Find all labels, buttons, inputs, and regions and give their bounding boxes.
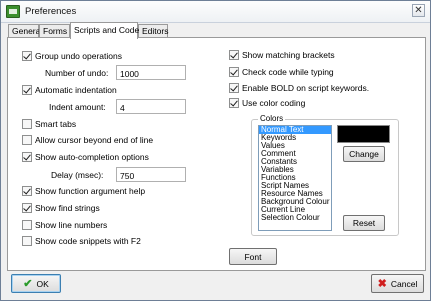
checkbox-box[interactable] (22, 51, 32, 61)
indent-amount-label: Indent amount: (49, 102, 106, 112)
change-button-label: Change (349, 149, 379, 159)
checkbox-box[interactable] (22, 236, 32, 246)
close-button[interactable]: ✕ (412, 4, 425, 17)
matching-brackets-checkbox[interactable]: Show matching brackets (229, 50, 335, 60)
indent-amount-field[interactable] (116, 99, 186, 114)
checkbox-label: Automatic indentation (35, 85, 117, 95)
list-item[interactable]: Selection Colour (259, 214, 331, 222)
reset-colors-button[interactable]: Reset (343, 215, 385, 231)
cancel-button-label: Cancel (390, 278, 418, 289)
checkbox-box[interactable] (22, 152, 32, 162)
checkbox-label: Show code snippets with F2 (35, 236, 141, 246)
checkbox-box[interactable] (22, 203, 32, 213)
checkbox-label: Use color coding (242, 98, 306, 108)
tab-general[interactable]: General (8, 24, 42, 38)
auto-completion-checkbox[interactable]: Show auto-completion options (22, 152, 149, 162)
preferences-window: Preferences ✕ General Forms Scripts and … (0, 0, 431, 301)
checkbox-label: Enable BOLD on script keywords. (242, 83, 370, 93)
colors-group: Colors Normal Text Keywords Values Comme… (251, 114, 399, 236)
cancel-button[interactable]: ✖ Cancel (371, 274, 424, 293)
change-color-button[interactable]: Change (343, 146, 385, 162)
group-undo-checkbox[interactable]: Group undo operations (22, 51, 122, 61)
tab-scripts-and-code[interactable]: Scripts and Code (70, 22, 139, 39)
delay-label: Delay (msec): (51, 170, 104, 180)
checkbox-box[interactable] (229, 50, 239, 60)
font-button[interactable]: Font (229, 248, 277, 265)
bold-keywords-checkbox[interactable]: Enable BOLD on script keywords. (229, 83, 369, 93)
checkbox-box[interactable] (229, 67, 239, 77)
checkbox-label: Group undo operations (35, 51, 122, 61)
checkbox-label: Allow cursor beyond end of line (35, 135, 154, 145)
color-coding-checkbox[interactable]: Use color coding (229, 98, 305, 108)
cursor-beyond-eol-checkbox[interactable]: Allow cursor beyond end of line (22, 135, 153, 145)
checkbox-box[interactable] (229, 98, 239, 108)
checkbox-box[interactable] (229, 83, 239, 93)
checkbox-label: Show auto-completion options (35, 152, 149, 162)
number-of-undo-label: Number of undo: (45, 68, 109, 78)
line-numbers-checkbox[interactable]: Show line numbers (22, 220, 107, 230)
checkbox-box[interactable] (22, 119, 32, 129)
colors-group-title: Colors (258, 114, 286, 123)
checkbox-box[interactable] (22, 220, 32, 230)
checkbox-box[interactable] (22, 186, 32, 196)
app-icon (6, 5, 20, 18)
checkbox-box[interactable] (22, 135, 32, 145)
checkmark-icon: ✔ (23, 277, 33, 290)
tab-panel: Group undo operations Number of undo: Au… (7, 37, 426, 271)
find-strings-checkbox[interactable]: Show find strings (22, 203, 100, 213)
delay-field[interactable] (116, 167, 186, 182)
ok-button-label: OK (36, 278, 49, 289)
title-bar: Preferences ✕ (1, 1, 430, 23)
checkbox-label: Show line numbers (35, 220, 108, 230)
color-swatch (337, 125, 390, 143)
checkbox-label: Check code while typing (242, 67, 334, 77)
ok-button[interactable]: ✔ OK (11, 274, 61, 293)
checkbox-label: Smart tabs (35, 119, 77, 129)
font-button-label: Font (244, 251, 262, 262)
function-argument-help-checkbox[interactable]: Show function argument help (22, 186, 145, 196)
checkbox-label: Show find strings (35, 203, 100, 213)
color-items-list[interactable]: Normal Text Keywords Values Comment Cons… (258, 125, 332, 231)
automatic-indentation-checkbox[interactable]: Automatic indentation (22, 85, 117, 95)
checkbox-label: Show matching brackets (242, 50, 335, 60)
reset-button-label: Reset (352, 218, 376, 228)
window-title: Preferences (25, 6, 77, 17)
tab-forms[interactable]: Forms (39, 24, 70, 38)
checkbox-label: Show function argument help (35, 186, 146, 196)
code-snippets-checkbox[interactable]: Show code snippets with F2 (22, 236, 141, 246)
number-of-undo-field[interactable] (116, 65, 186, 80)
check-code-checkbox[interactable]: Check code while typing (229, 67, 334, 77)
cross-icon: ✖ (377, 277, 387, 290)
tab-editors[interactable]: Editors (138, 24, 168, 38)
smart-tabs-checkbox[interactable]: Smart tabs (22, 119, 76, 129)
checkbox-box[interactable] (22, 85, 32, 95)
